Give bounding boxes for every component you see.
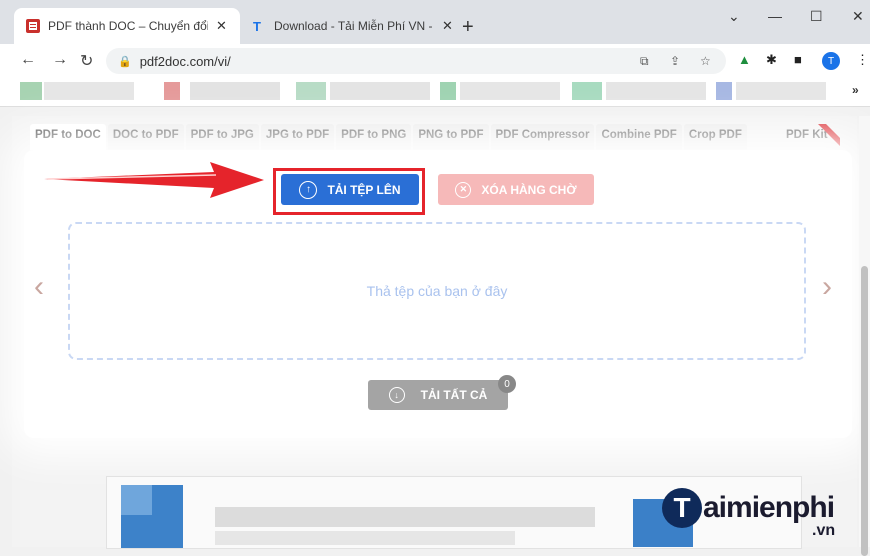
side-panel-icon[interactable]: ■ bbox=[794, 52, 802, 67]
bookmark-item[interactable] bbox=[606, 82, 706, 100]
bookmark-item[interactable] bbox=[716, 82, 732, 100]
profile-avatar[interactable]: T bbox=[822, 52, 840, 70]
tab-title: PDF thành DOC – Chuyển đổi trự bbox=[48, 19, 208, 33]
share-icon[interactable]: ⇪ bbox=[670, 54, 680, 68]
file-drop-zone[interactable]: Thả tệp của bạn ở đây bbox=[68, 222, 806, 360]
bookmark-item[interactable] bbox=[20, 82, 42, 100]
bookmarks-bar: » bbox=[0, 78, 870, 107]
watermark-logo: T bbox=[662, 488, 702, 528]
scrollbar-thumb[interactable] bbox=[861, 266, 868, 556]
tool-tab-png-to-pdf[interactable]: PNG to PDF bbox=[413, 124, 489, 150]
ribbon-badge-icon bbox=[818, 124, 840, 146]
upload-label: TẢI TỆP LÊN bbox=[327, 182, 401, 197]
more-bookmarks-icon[interactable]: » bbox=[852, 83, 859, 97]
pdf2doc-favicon-icon bbox=[26, 19, 40, 33]
queue-count-badge: 0 bbox=[498, 375, 516, 393]
download-all-button[interactable]: ↓ TẢI TẤT CẢ bbox=[368, 380, 508, 410]
clear-x-icon: ✕ bbox=[455, 181, 472, 198]
taimienphi-favicon-icon: T bbox=[253, 19, 261, 33]
tab-title: Download - Tải Miễn Phí VN - Ph bbox=[274, 19, 434, 33]
upload-button[interactable]: ↑ TẢI TỆP LÊN bbox=[281, 174, 419, 205]
dropzone-text: Thả tệp của bạn ở đây bbox=[366, 283, 508, 299]
tool-tab-doc-to-pdf[interactable]: DOC to PDF bbox=[107, 124, 184, 150]
bookmark-item[interactable] bbox=[736, 82, 826, 100]
address-bar[interactable]: 🔒 pdf2doc.com/vi/ ⧉ ⇪ ☆ bbox=[106, 48, 726, 74]
forward-icon[interactable]: → bbox=[52, 51, 68, 69]
tool-tab-crop-pdf[interactable]: Crop PDF bbox=[683, 124, 747, 150]
red-arrow-icon bbox=[44, 162, 264, 198]
tool-tab-pdf-to-png[interactable]: PDF to PNG bbox=[336, 124, 412, 150]
minimize-icon[interactable]: — bbox=[768, 8, 782, 24]
tool-tab-jpg-to-pdf[interactable]: JPG to PDF bbox=[260, 124, 335, 150]
tab-search-icon[interactable]: ⌄ bbox=[728, 8, 740, 25]
bookmark-item[interactable] bbox=[460, 82, 560, 100]
ad-image bbox=[121, 485, 152, 515]
tool-tab-pdf-compressor[interactable]: PDF Compressor bbox=[490, 124, 595, 150]
bookmark-item[interactable] bbox=[330, 82, 430, 100]
bookmark-item[interactable] bbox=[190, 82, 280, 100]
new-tab-icon[interactable]: + bbox=[462, 16, 474, 39]
browser-tab-strip: PDF thành DOC – Chuyển đổi trự ✕ T Downl… bbox=[0, 0, 870, 44]
bookmark-item[interactable] bbox=[44, 82, 134, 100]
chevron-left-icon[interactable]: ‹ bbox=[34, 270, 44, 304]
bookmark-item[interactable] bbox=[164, 82, 180, 100]
url-text: pdf2doc.com/vi/ bbox=[139, 53, 231, 69]
drive-extension-icon[interactable]: ▲ bbox=[738, 52, 751, 67]
tool-tab-combine-pdf[interactable]: Combine PDF bbox=[596, 124, 682, 150]
tab-download[interactable]: T Download - Tải Miễn Phí VN - Ph ✕ bbox=[240, 8, 456, 44]
bookmark-item[interactable] bbox=[440, 82, 456, 100]
taimienphi-watermark: T aimienphi bbox=[662, 488, 835, 528]
watermark-domain: .vn bbox=[812, 522, 836, 539]
ad-text bbox=[215, 531, 515, 545]
download-arrow-icon: ↓ bbox=[388, 387, 405, 403]
reload-icon[interactable]: ↻ bbox=[80, 51, 93, 71]
lock-icon: 🔒 bbox=[118, 55, 132, 68]
clear-label: XÓA HÀNG CHỜ bbox=[481, 182, 577, 197]
tool-tabs: PDF to DOC DOC to PDF PDF to JPG JPG to … bbox=[30, 124, 749, 150]
svg-text:T: T bbox=[253, 19, 261, 33]
tool-tab-pdf-to-doc[interactable]: PDF to DOC bbox=[30, 124, 106, 150]
menu-kebab-icon[interactable]: ⋮ bbox=[856, 52, 869, 68]
close-window-icon[interactable]: ✕ bbox=[852, 8, 864, 25]
bookmark-item[interactable] bbox=[572, 82, 602, 100]
back-icon[interactable]: ← bbox=[20, 51, 36, 69]
tool-tab-pdf-to-jpg[interactable]: PDF to JPG bbox=[185, 124, 259, 150]
ad-text bbox=[215, 507, 595, 527]
clear-queue-button[interactable]: ✕ XÓA HÀNG CHỜ bbox=[438, 174, 594, 205]
scrollbar[interactable] bbox=[859, 116, 870, 556]
tab-pdf2doc[interactable]: PDF thành DOC – Chuyển đổi trự ✕ bbox=[14, 8, 240, 44]
upload-arrow-icon: ↑ bbox=[299, 180, 318, 199]
bookmark-item[interactable] bbox=[296, 82, 326, 100]
watermark-brand: aimienphi bbox=[703, 491, 835, 524]
close-tab-icon[interactable]: ✕ bbox=[442, 18, 453, 34]
extensions-puzzle-icon[interactable]: ✱ bbox=[766, 52, 777, 68]
maximize-icon[interactable]: ☐ bbox=[810, 8, 823, 25]
chevron-right-icon[interactable]: › bbox=[822, 270, 832, 304]
download-all-label: TẢI TẤT CẢ bbox=[420, 388, 488, 402]
translate-icon[interactable]: ⧉ bbox=[640, 54, 649, 69]
close-tab-icon[interactable]: ✕ bbox=[216, 18, 227, 34]
bookmark-star-icon[interactable]: ☆ bbox=[700, 54, 711, 68]
